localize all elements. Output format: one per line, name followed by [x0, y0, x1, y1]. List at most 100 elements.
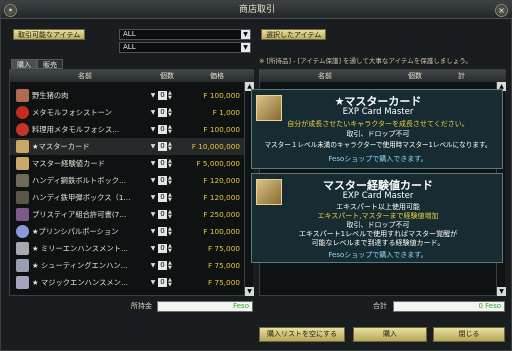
- chevron-down-icon[interactable]: ▼: [149, 261, 157, 270]
- chevron-down-icon[interactable]: ▼: [241, 43, 250, 52]
- chevron-down-icon[interactable]: ▼: [149, 142, 157, 151]
- item-name: ★ マジックエンハンスメン...: [32, 278, 128, 287]
- item-price: F 100,000: [203, 227, 240, 236]
- quantity-stepper[interactable]: ▲ ▼: [168, 261, 175, 271]
- potion-icon: [16, 225, 29, 238]
- quantity-field[interactable]: 0: [158, 278, 167, 287]
- quantity-stepper[interactable]: ▲ ▼: [168, 227, 175, 237]
- list-item[interactable]: マスター経験値カード ▼ 0 ▲ ▼ F 5,000,000: [10, 155, 244, 172]
- item-name: ★ ミリーエンハンスメント...: [32, 244, 128, 253]
- item-name: 料理用メタモルフォシス...: [32, 125, 120, 134]
- item-name: 野生猪の肉: [32, 91, 69, 100]
- quantity-field[interactable]: 0: [158, 159, 167, 168]
- list-item[interactable]: ★マスターカード ▼ 0 ▲ ▼ F 10,000,000: [10, 138, 244, 155]
- quantity-stepper[interactable]: ▲ ▼: [168, 91, 175, 101]
- list-item[interactable]: 料理用メタモルフォシス... ▼ 0 ▲ ▼ F 100,000: [10, 121, 244, 138]
- chevron-down-icon[interactable]: ▼: [241, 30, 250, 39]
- chevron-down-icon[interactable]: ▼: [149, 176, 157, 185]
- chevron-down-icon[interactable]: ▼: [149, 278, 157, 287]
- list-item[interactable]: ★ シューティングエンハン... ▼ 0 ▲ ▼ F 75,000: [10, 257, 244, 274]
- item-name: ★ シューティングエンハン...: [32, 261, 128, 270]
- owned-money-field: Feso: [157, 301, 253, 312]
- window-titlebar: 商店取引: [1, 1, 512, 19]
- quantity-stepper[interactable]: ▲ ▼: [168, 125, 175, 135]
- list-item[interactable]: ★ マジックエンハンスメン... ▼ 0 ▲ ▼ F 75,000: [10, 274, 244, 291]
- quantity-stepper[interactable]: ▲ ▼: [168, 142, 175, 152]
- chevron-down-icon[interactable]: ▼: [149, 125, 157, 134]
- chevron-down-icon[interactable]: ▼: [149, 244, 157, 253]
- quantity-stepper[interactable]: ▲ ▼: [168, 210, 175, 220]
- tab-buy[interactable]: 購入: [11, 59, 37, 69]
- list-item[interactable]: ★プリンシパルポーション ▼ 0 ▲ ▼ F 100,000: [10, 223, 244, 240]
- quantity-field[interactable]: 0: [158, 176, 167, 185]
- list-item[interactable]: 野生猪の肉 ▼ 0 ▲ ▼ F 100,000: [10, 87, 244, 104]
- quantity-stepper[interactable]: ▲ ▼: [168, 193, 175, 203]
- item-price: F 10,000,000: [191, 142, 240, 151]
- header-qty: 個数: [160, 72, 174, 80]
- scroll-down-icon[interactable]: ▼: [245, 287, 254, 296]
- scroll-down-icon[interactable]: ▼: [497, 287, 506, 296]
- cart-header: 名前 個数 計: [260, 70, 506, 82]
- chevron-down-icon[interactable]: ▼: [149, 193, 157, 202]
- quantity-field[interactable]: 0: [158, 261, 167, 270]
- quantity-field[interactable]: 0: [158, 108, 167, 117]
- chevron-down-icon[interactable]: ▼: [149, 91, 157, 100]
- item-list-header: 名前 個数 価格: [10, 70, 254, 82]
- quantity-field[interactable]: 0: [158, 227, 167, 236]
- quantity-field[interactable]: 0: [158, 91, 167, 100]
- cart-header-qty: 個数: [408, 72, 422, 80]
- chevron-down-icon[interactable]: ▼: [149, 159, 157, 168]
- header-price: 価格: [210, 72, 224, 80]
- list-item[interactable]: ハンディ鋼鉄ボルトボック... ▼ 0 ▲ ▼ F 120,000: [10, 172, 244, 189]
- item-price: F 120,000: [203, 193, 240, 202]
- clear-cart-button[interactable]: 購入リストを空にする: [259, 327, 345, 342]
- quantity-field[interactable]: 0: [158, 125, 167, 134]
- item-price: F 250,000: [203, 210, 240, 219]
- category-select-1[interactable]: ALL ▼: [119, 29, 251, 40]
- buy-button[interactable]: 購入: [353, 327, 427, 342]
- selected-items-label: 選択したアイテム: [261, 29, 327, 40]
- quantity-stepper[interactable]: ▲ ▼: [168, 108, 175, 118]
- shop-trade-window: 商店取引 • × 取引可能なアイテム ALL ▼ ALL ▼ 選択したアイテム …: [0, 0, 512, 351]
- item-name: マスター経験値カード: [32, 159, 105, 168]
- cart-header-name: 名前: [318, 72, 332, 80]
- list-item[interactable]: ★ ミリーエンハンスメント... ▼ 0 ▲ ▼ F 75,000: [10, 240, 244, 257]
- item-name: ハンディ鉄甲弾ボックス（1...: [32, 193, 131, 202]
- quantity-stepper[interactable]: ▲ ▼: [168, 278, 175, 288]
- tooltip-desc-2: 可能なレベルまで到達する経験値カード。: [311, 239, 445, 247]
- quantity-field[interactable]: 0: [158, 142, 167, 151]
- item-list-panel: 名前 個数 価格 野生猪の肉 ▼ 0 ▲ ▼ F 100,000 メタモルフォシス…: [9, 69, 254, 296]
- tooltip-shop-note: Fesoショップで購入できます。: [328, 251, 428, 259]
- item-price: F 75,000: [207, 244, 240, 253]
- category-select-2[interactable]: ALL ▼: [119, 42, 251, 53]
- meat-icon: [16, 89, 29, 102]
- list-item[interactable]: メタモルフォシストーン ▼ 0 ▲ ▼ F 1,000: [10, 104, 244, 121]
- item-price: F 100,000: [203, 125, 240, 134]
- chevron-down-icon[interactable]: ▼: [149, 108, 157, 117]
- quantity-stepper[interactable]: ▲ ▼: [168, 159, 175, 169]
- close-button[interactable]: 閉じる: [433, 327, 505, 342]
- tab-sell[interactable]: 販売: [37, 59, 63, 69]
- tooltip-desc: 自分が成長させたいキャラクターを成長させてください。: [287, 120, 469, 128]
- red-stone-icon: [16, 106, 29, 119]
- window-title: 商店取引: [238, 5, 275, 15]
- weapon-enhance-icon: [16, 276, 29, 289]
- close-icon[interactable]: ×: [495, 4, 508, 17]
- quantity-field[interactable]: 0: [158, 210, 167, 219]
- item-price: F 1,000: [212, 108, 240, 117]
- quantity-stepper[interactable]: ▲ ▼: [168, 244, 175, 254]
- item-price: F 75,000: [207, 278, 240, 287]
- quantity-stepper[interactable]: ▲ ▼: [168, 176, 175, 186]
- list-item[interactable]: プリスティア組合許可書(7... ▼ 0 ▲ ▼ F 250,000: [10, 206, 244, 223]
- category-select-1-value: ALL: [123, 30, 136, 38]
- owned-money-label: 所持金: [131, 302, 152, 310]
- ammo-box-icon: [16, 174, 29, 187]
- red-stone-icon: [16, 123, 29, 136]
- window-menu-icon[interactable]: •: [4, 4, 17, 17]
- chevron-down-icon[interactable]: ▼: [149, 227, 157, 236]
- item-price: F 75,000: [207, 261, 240, 270]
- chevron-down-icon[interactable]: ▼: [149, 210, 157, 219]
- quantity-field[interactable]: 0: [158, 193, 167, 202]
- list-item[interactable]: ハンディ鉄甲弾ボックス（1... ▼ 0 ▲ ▼ F 120,000: [10, 189, 244, 206]
- quantity-field[interactable]: 0: [158, 244, 167, 253]
